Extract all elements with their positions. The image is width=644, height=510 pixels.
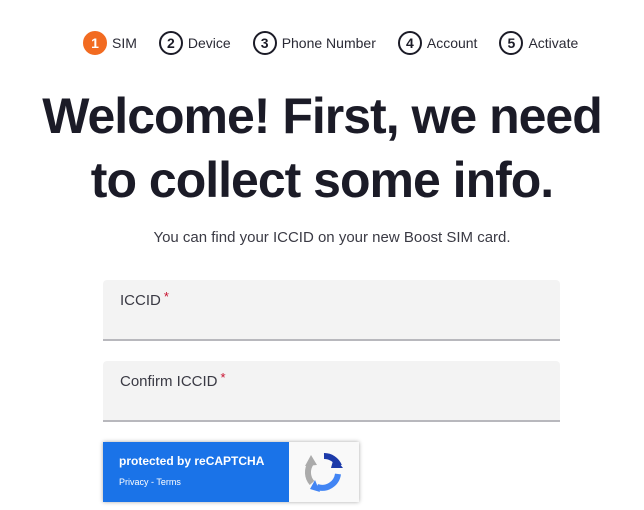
recaptcha-links: Privacy - Terms <box>119 477 289 487</box>
iccid-label: ICCID * <box>120 289 169 309</box>
step-number: 3 <box>252 31 277 55</box>
step-label: SIM <box>112 35 137 51</box>
required-marker: * <box>163 289 169 304</box>
iccid-field[interactable]: ICCID * <box>103 280 560 341</box>
step-number: 1 <box>83 31 107 55</box>
step-phone-number[interactable]: 3 Phone Number <box>252 31 376 55</box>
terms-link[interactable]: Terms <box>156 477 181 487</box>
privacy-link[interactable]: Privacy <box>119 477 149 487</box>
recaptcha-badge: protected by reCAPTCHA Privacy - Terms <box>103 442 359 502</box>
page-title-line-1: Welcome! First, we need <box>42 88 603 144</box>
step-label: Account <box>426 35 478 51</box>
step-label: Device <box>187 35 231 51</box>
required-marker: * <box>220 370 226 385</box>
page-title-line-2: to collect some info. <box>90 152 554 208</box>
progress-stepper: 1 SIM 2 Device 3 Phone Number 4 Account … <box>83 30 578 56</box>
step-number: 4 <box>397 31 422 55</box>
confirm-iccid-field[interactable]: Confirm ICCID * <box>103 361 560 422</box>
step-label: Phone Number <box>281 35 376 51</box>
confirm-iccid-label: Confirm ICCID * <box>120 370 226 390</box>
step-device[interactable]: 2 Device <box>158 31 231 55</box>
recaptcha-title: protected by reCAPTCHA <box>119 454 265 468</box>
recaptcha-text-panel: protected by reCAPTCHA Privacy - Terms <box>103 442 289 502</box>
step-sim[interactable]: 1 SIM <box>83 31 137 55</box>
step-number: 2 <box>158 31 183 55</box>
recaptcha-logo-icon <box>289 442 359 502</box>
step-label: Activate <box>528 35 579 51</box>
step-activate[interactable]: 5 Activate <box>499 31 578 55</box>
step-number: 5 <box>499 31 524 55</box>
page-subtitle: You can find your ICCID on your new Boos… <box>153 229 511 246</box>
step-account[interactable]: 4 Account <box>397 31 478 55</box>
page-title: Welcome! First, we need to collect some … <box>0 84 644 212</box>
